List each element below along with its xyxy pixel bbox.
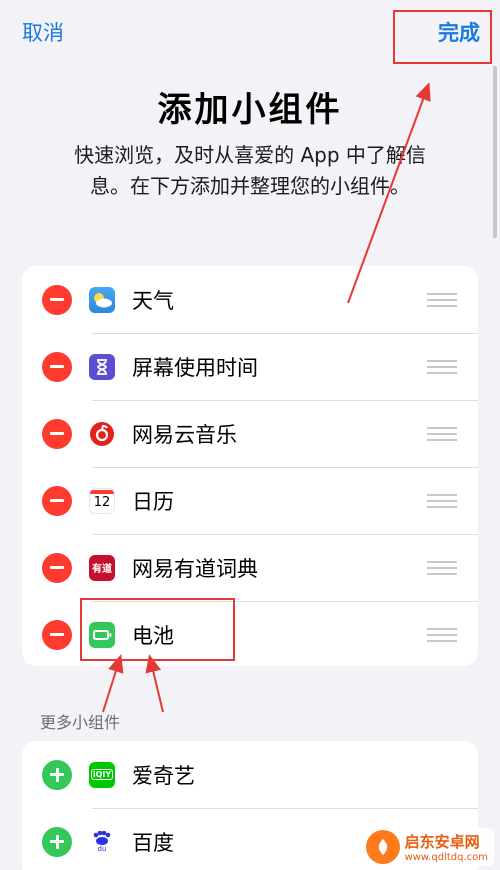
annotation-arrow-battery-left [102,654,124,713]
annotation-arrow-battery-right [145,654,164,713]
watermark-name: 启东安卓网 [404,833,480,851]
watermark-url: www.qdltdq.com [404,852,488,863]
annotation-arrow-done [347,82,431,304]
watermark-logo-icon [365,830,400,864]
annotation-arrows [102,82,431,713]
watermark: 启东安卓网 www.qdltdq.com [359,828,494,866]
